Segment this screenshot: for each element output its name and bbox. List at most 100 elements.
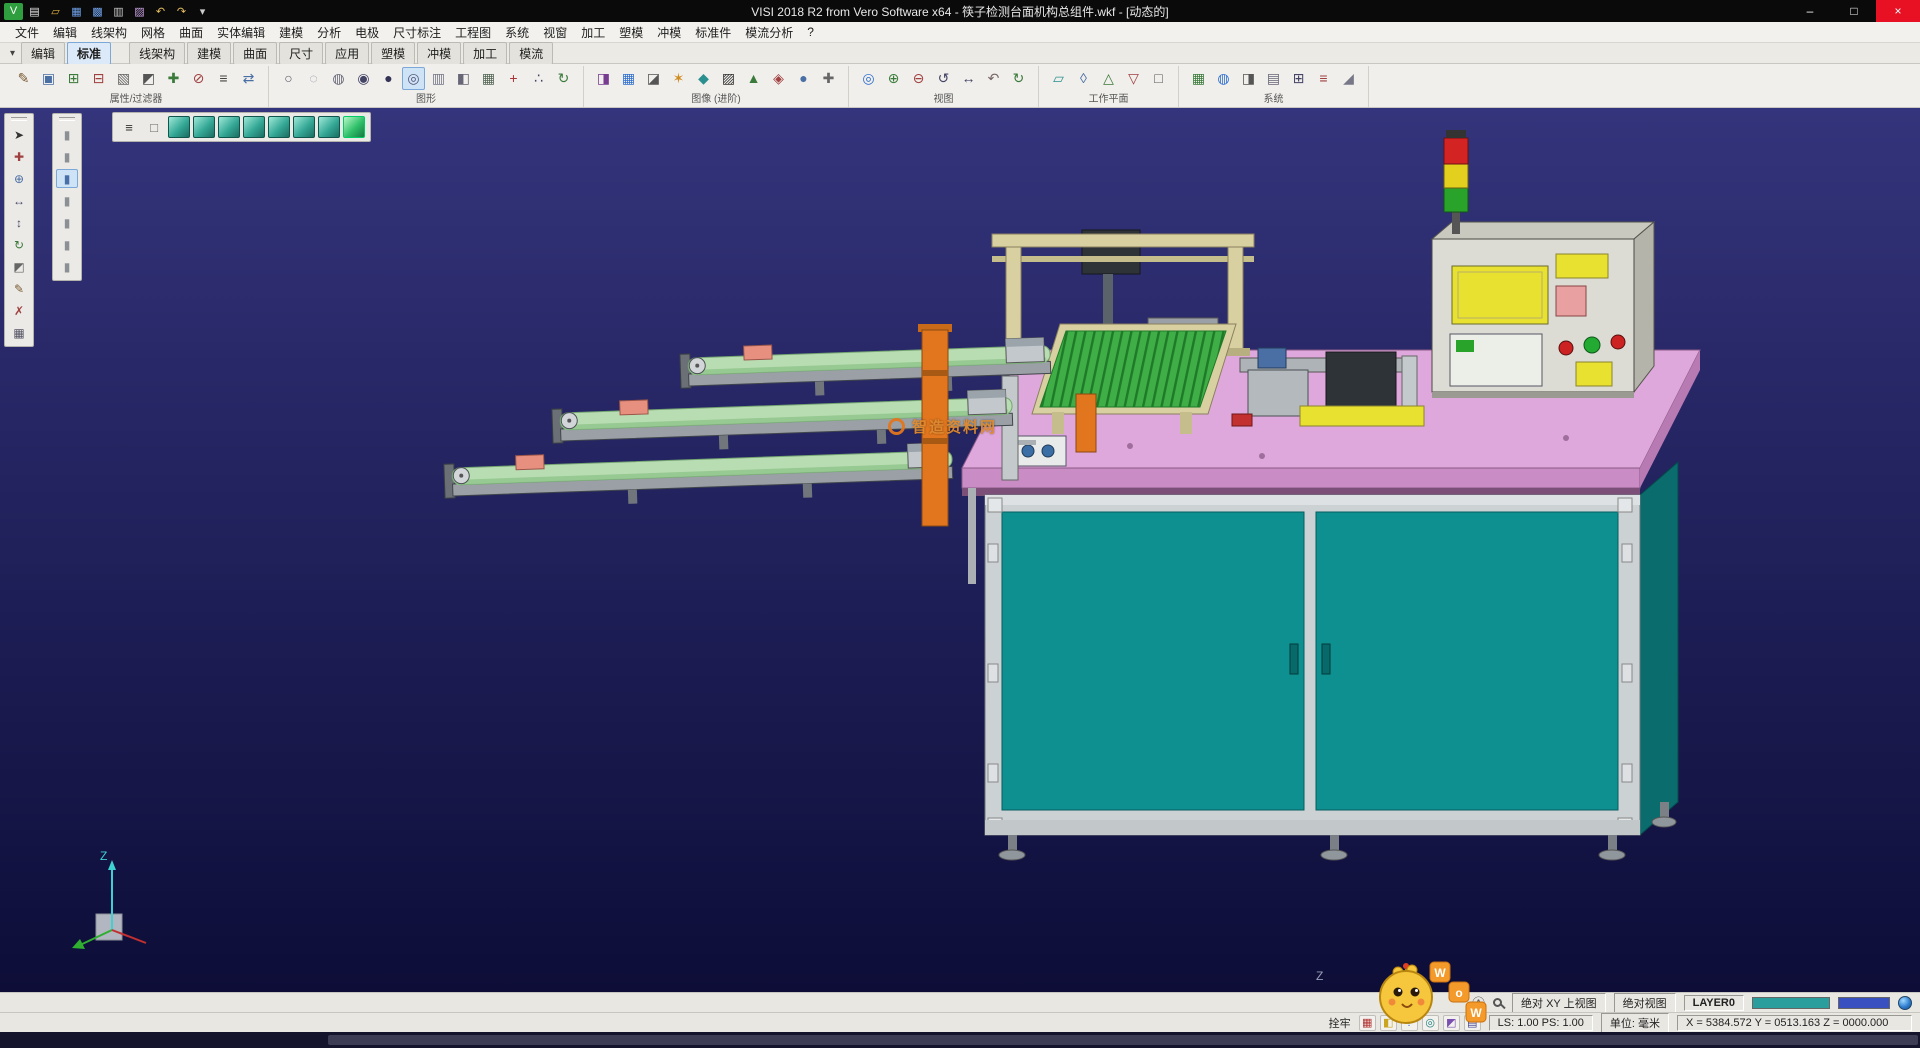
move-horizontal-icon[interactable]: ↔ [8, 191, 30, 210]
workplane-3pt-icon[interactable]: △ [1097, 67, 1120, 90]
image-quality-icon[interactable]: ◨ [592, 67, 615, 90]
view-iso-icon[interactable] [168, 116, 190, 138]
zebra-analysis-icon[interactable]: ▨ [717, 67, 740, 90]
filter-list-icon[interactable]: ≡ [212, 67, 235, 90]
system-table-icon[interactable]: ▤ [1262, 67, 1285, 90]
tab-编辑[interactable]: 编辑 [21, 42, 65, 65]
point-icon[interactable]: ✚ [8, 147, 30, 166]
draft-analysis-icon[interactable]: ▲ [742, 67, 765, 90]
view-bottom-icon[interactable] [318, 116, 340, 138]
open-file-icon[interactable]: ▱ [46, 3, 65, 20]
menu-item-建模[interactable]: 建模 [272, 22, 310, 43]
menu-item-实体编辑[interactable]: 实体编辑 [210, 22, 272, 43]
toolbar-grip[interactable] [11, 117, 27, 121]
filter-hatch-icon[interactable]: ▧ [112, 67, 135, 90]
image-settings-icon[interactable]: ✚ [817, 67, 840, 90]
app-logo[interactable]: V [4, 3, 23, 20]
previous-view-icon[interactable]: ↶ [982, 67, 1005, 90]
axes-display-icon[interactable]: + [502, 67, 525, 90]
copy-properties-icon[interactable]: ▣ [37, 67, 60, 90]
view-axon-icon[interactable] [343, 116, 365, 138]
tab-dropdown-icon[interactable]: ▾ [4, 48, 21, 59]
close-button[interactable]: × [1876, 0, 1920, 22]
menu-item-系统[interactable]: 系统 [498, 22, 536, 43]
menu-item-线架构[interactable]: 线架构 [84, 22, 134, 43]
view-right-icon[interactable] [243, 116, 265, 138]
edit-properties-icon[interactable]: ✎ [12, 67, 35, 90]
render-sphere-icon[interactable] [1898, 996, 1912, 1010]
workplane-flip-icon[interactable]: ▽ [1122, 67, 1145, 90]
filter-swap-icon[interactable]: ⇄ [237, 67, 260, 90]
grid-icon[interactable]: ▦ [8, 323, 30, 342]
system-window-icon[interactable]: ◨ [1237, 67, 1260, 90]
print-icon[interactable]: ▥ [109, 3, 128, 20]
view-back-icon[interactable] [293, 116, 315, 138]
plot-icon[interactable]: ▨ [130, 3, 149, 20]
view-front-icon[interactable] [218, 116, 240, 138]
menu-item-尺寸标注[interactable]: 尺寸标注 [386, 22, 448, 43]
filter-add-icon[interactable]: ⊞ [62, 67, 85, 90]
curvature-icon[interactable]: ◆ [692, 67, 715, 90]
filter-points-icon[interactable]: ▮ [56, 213, 78, 232]
tab-线架构[interactable]: 线架构 [129, 42, 185, 65]
points-display-icon[interactable]: ∴ [527, 67, 550, 90]
filter-dims-icon[interactable]: ▮ [56, 235, 78, 254]
translucent-mode-icon[interactable]: ◎ [402, 67, 425, 90]
viewport[interactable]: Z Z ➤✚⊕↔↕↻◩✎✗▦ ▮▮▮▮▮▮▮ ≡□ 智造资料网 [0, 108, 1920, 992]
system-stats-icon[interactable]: ≡ [1312, 67, 1335, 90]
mask-icon[interactable]: ◩ [8, 257, 30, 276]
filter-remove-icon[interactable]: ⊟ [87, 67, 110, 90]
view-mode-indicator[interactable]: 绝对 XY 上视图 [1512, 993, 1606, 1013]
filter-layer-icon[interactable]: ◩ [137, 67, 160, 90]
rotate-icon[interactable]: ↻ [8, 235, 30, 254]
units-indicator[interactable]: 单位: 毫米 [1601, 1013, 1669, 1033]
environment-icon[interactable]: ● [792, 67, 815, 90]
layer-indicator[interactable]: LAYER0 [1684, 995, 1744, 1011]
hidden-line-icon[interactable]: ◌ [302, 67, 325, 90]
shadow-icon[interactable]: ◪ [642, 67, 665, 90]
shaded-mode-icon[interactable]: ◍ [327, 67, 350, 90]
minimize-button[interactable]: – [1788, 0, 1832, 22]
menu-item-电极[interactable]: 电极 [348, 22, 386, 43]
menu-item-塑模[interactable]: 塑模 [612, 22, 650, 43]
menu-item-曲面[interactable]: 曲面 [172, 22, 210, 43]
menu-item-加工[interactable]: 加工 [574, 22, 612, 43]
grid-display-icon[interactable]: ▦ [477, 67, 500, 90]
tab-加工[interactable]: 加工 [463, 42, 507, 65]
toolbar-grip[interactable] [59, 117, 75, 121]
system-globe-icon[interactable]: ◍ [1212, 67, 1235, 90]
new-file-icon[interactable]: ▤ [25, 3, 44, 20]
menu-item-冲模[interactable]: 冲模 [650, 22, 688, 43]
menu-item-标准件[interactable]: 标准件 [688, 22, 738, 43]
qat-dropdown-icon[interactable]: ▾ [193, 3, 212, 20]
ghost-mode-icon[interactable]: ▥ [427, 67, 450, 90]
highlight-icon[interactable]: ✶ [667, 67, 690, 90]
color-swatch-2[interactable] [1838, 997, 1890, 1009]
lock-toggle[interactable]: 拴牢 [1329, 1015, 1351, 1031]
tab-冲模[interactable]: 冲模 [417, 42, 461, 65]
filter-plus-icon[interactable]: ✚ [162, 67, 185, 90]
color-swatch-1[interactable] [1752, 997, 1830, 1009]
search-icon[interactable] [1493, 998, 1502, 1007]
menu-item-网格[interactable]: 网格 [134, 22, 172, 43]
sketch-icon[interactable]: ✎ [8, 279, 30, 298]
filter-wireframe-icon[interactable]: ▮ [56, 169, 78, 188]
maximize-button[interactable]: □ [1832, 0, 1876, 22]
dynamic-view-icon[interactable]: ↻ [1007, 67, 1030, 90]
undo-icon[interactable]: ↶ [151, 3, 170, 20]
texture-icon[interactable]: ▦ [617, 67, 640, 90]
save-icon[interactable]: ▦ [67, 3, 86, 20]
menu-item-分析[interactable]: 分析 [310, 22, 348, 43]
viewport-canvas[interactable]: Z Z [0, 108, 1920, 992]
menu-item-编辑[interactable]: 编辑 [46, 22, 84, 43]
move-vertical-icon[interactable]: ↕ [8, 213, 30, 232]
filter-off-icon[interactable]: ⊘ [187, 67, 210, 90]
filter-edges-icon[interactable]: ▮ [56, 191, 78, 210]
menu-item-视窗[interactable]: 视窗 [536, 22, 574, 43]
filter-solids-icon[interactable]: ▮ [56, 125, 78, 144]
thickness-icon[interactable]: ◈ [767, 67, 790, 90]
menu-item-模流分析[interactable]: 模流分析 [738, 22, 800, 43]
zoom-out-icon[interactable]: ⊖ [907, 67, 930, 90]
workplane-reset-icon[interactable]: □ [1147, 67, 1170, 90]
shaded-edges-icon[interactable]: ◉ [352, 67, 375, 90]
